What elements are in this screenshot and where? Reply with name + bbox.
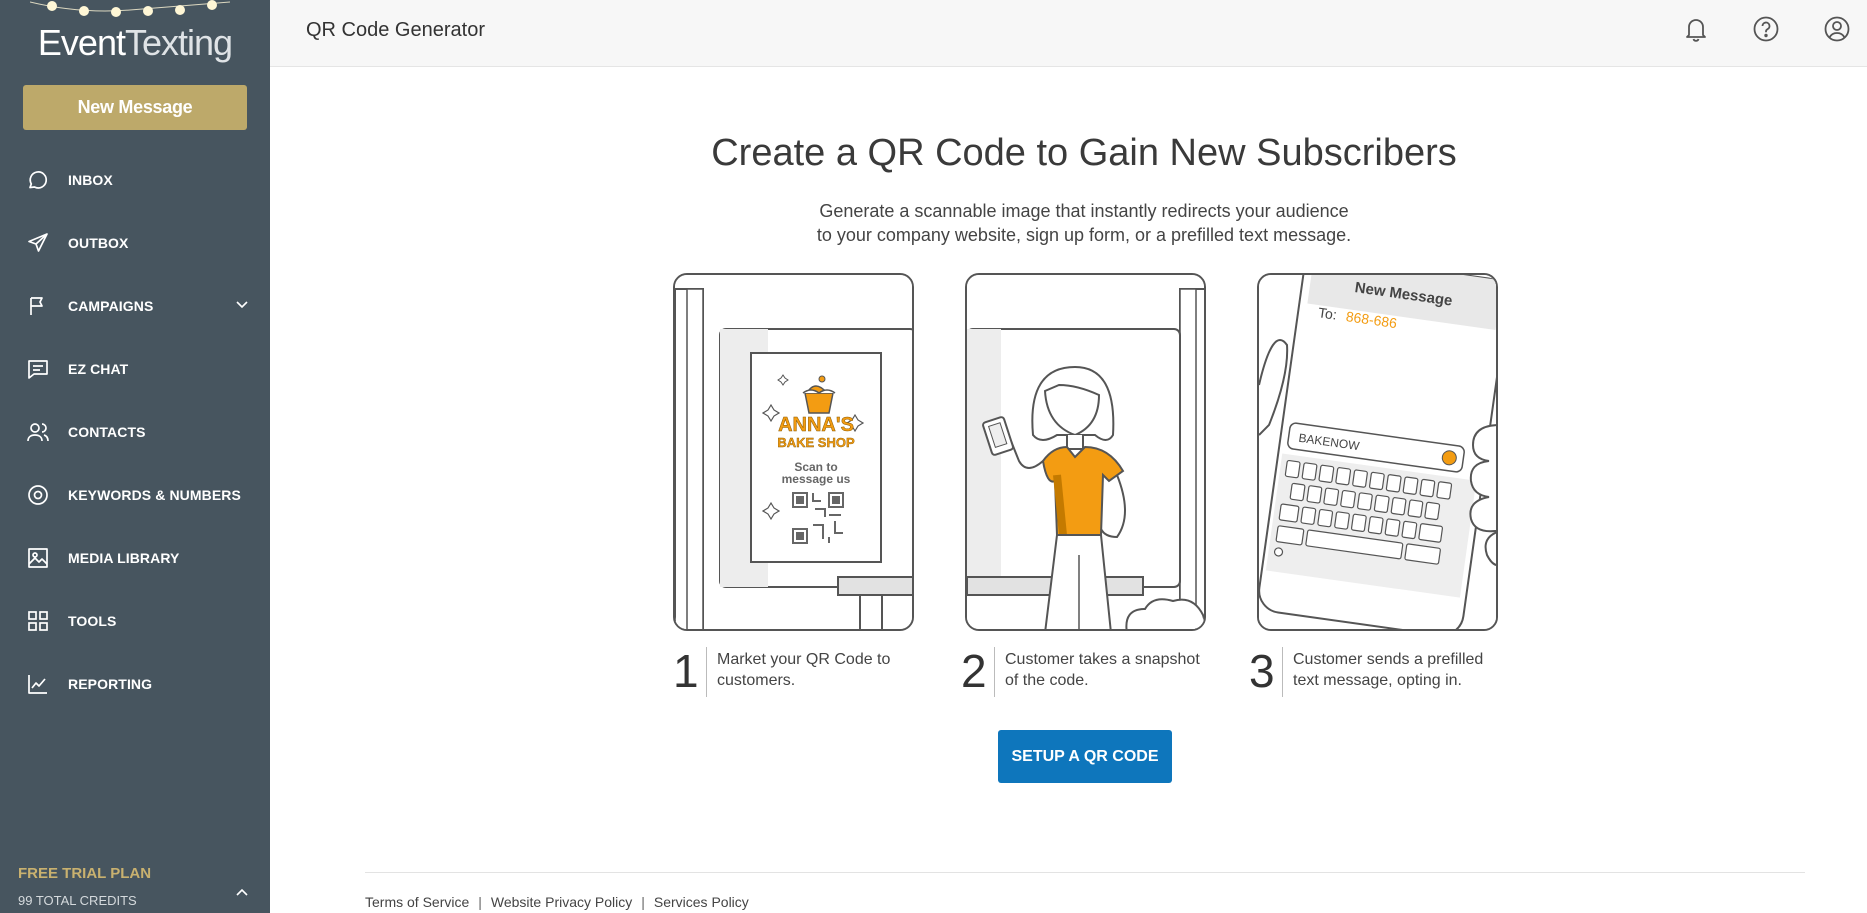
- illustration-customer: [965, 273, 1206, 631]
- grid-icon: [26, 609, 50, 633]
- customer-illustration: [967, 275, 1204, 629]
- sidebar-nav: INBOX OUTBOX CAMPAIGNS EZ CHAT CONTACTS …: [0, 148, 270, 715]
- sidebar-item-label: CONTACTS: [68, 423, 146, 440]
- new-message-button[interactable]: New Message: [23, 85, 247, 130]
- users-icon: [26, 420, 50, 444]
- poster-illustration: ANNA'S BAKE SHOP Scan to message us: [675, 275, 912, 629]
- phone-illustration: New Message To: 868-686 BAKENOW: [1259, 275, 1496, 629]
- step-description: Market your QR Code to customers.: [717, 647, 890, 697]
- paper-plane-icon: [26, 231, 50, 255]
- sidebar-item-label: OUTBOX: [68, 234, 129, 251]
- step-line: Customer sends a prefilled: [1293, 651, 1484, 668]
- step-1: 1 Market your QR Code to customers.: [673, 647, 890, 697]
- sidebar-item-media-library[interactable]: MEDIA LIBRARY: [0, 526, 270, 589]
- sidebar-item-label: KEYWORDS & NUMBERS: [68, 486, 241, 503]
- scan-text-line2: message us: [782, 472, 851, 486]
- page-headline: Create a QR Code to Gain New Subscribers: [711, 132, 1457, 174]
- step-number: 1: [673, 647, 707, 697]
- flag-icon: [26, 294, 50, 318]
- step-line: text message, opting in.: [1293, 672, 1462, 689]
- step-description: Customer sends a prefilled text message,…: [1293, 647, 1483, 697]
- step-3: 3 Customer sends a prefilled text messag…: [1249, 647, 1483, 697]
- step-2: 2 Customer takes a snapshot of the code.: [961, 647, 1200, 697]
- chevron-up-icon[interactable]: [234, 885, 250, 901]
- page-subtitle: Generate a scannable image that instantl…: [270, 199, 1867, 247]
- step-description: Customer takes a snapshot of the code.: [1005, 647, 1200, 697]
- image-icon: [26, 546, 50, 570]
- sidebar: EventTexting New Message INBOX OUTBOX CA…: [0, 0, 270, 913]
- chevron-down-icon[interactable]: [234, 296, 250, 312]
- sidebar-item-label: INBOX: [68, 171, 113, 188]
- logo[interactable]: EventTexting: [0, 0, 270, 80]
- target-icon: [26, 483, 50, 507]
- step-number: 3: [1249, 647, 1283, 697]
- sidebar-item-label: REPORTING: [68, 675, 153, 692]
- sidebar-item-outbox[interactable]: OUTBOX: [0, 211, 270, 274]
- footer-separator: |: [478, 894, 482, 910]
- message-square-icon: [26, 357, 50, 381]
- plan-title: FREE TRIAL PLAN: [18, 865, 152, 882]
- footer-separator: |: [641, 894, 645, 910]
- sidebar-item-keywords-numbers[interactable]: KEYWORDS & NUMBERS: [0, 463, 270, 526]
- terms-of-service-link[interactable]: Terms of Service: [365, 894, 469, 910]
- sidebar-item-contacts[interactable]: CONTACTS: [0, 400, 270, 463]
- sidebar-item-reporting[interactable]: REPORTING: [0, 652, 270, 715]
- setup-qr-code-button[interactable]: SETUP A QR CODE: [998, 730, 1172, 783]
- user-account-icon[interactable]: [1822, 14, 1852, 44]
- services-policy-link[interactable]: Services Policy: [654, 894, 749, 910]
- phone-to-label: To:: [1317, 304, 1338, 322]
- sidebar-item-inbox[interactable]: INBOX: [0, 148, 270, 211]
- sidebar-item-label: TOOLS: [68, 612, 117, 629]
- help-icon[interactable]: [1751, 14, 1781, 44]
- plan-summary[interactable]: FREE TRIAL PLAN 99 TOTAL CREDITS: [0, 855, 270, 913]
- sidebar-item-tools[interactable]: TOOLS: [0, 589, 270, 652]
- top-header: QR Code Generator: [270, 0, 1867, 67]
- illustration-message: New Message To: 868-686 BAKENOW: [1257, 273, 1498, 631]
- step-line: of the code.: [1005, 672, 1089, 689]
- footer-divider: [365, 872, 1805, 873]
- shop-name-line1: ANNA'S: [778, 414, 854, 436]
- sidebar-item-campaigns[interactable]: CAMPAIGNS: [0, 274, 270, 337]
- bell-icon[interactable]: [1681, 14, 1711, 44]
- sidebar-item-label: MEDIA LIBRARY: [68, 549, 180, 566]
- step-number: 2: [961, 647, 995, 697]
- sidebar-item-ez-chat[interactable]: EZ CHAT: [0, 337, 270, 400]
- sidebar-item-label: CAMPAIGNS: [68, 297, 154, 314]
- string-lights-decoration: [30, 0, 230, 17]
- plan-credits: 99 TOTAL CREDITS: [18, 893, 137, 908]
- subtitle-line-1: Generate a scannable image that instantl…: [819, 201, 1349, 221]
- sidebar-item-label: EZ CHAT: [68, 360, 129, 377]
- shop-name-line2: BAKE SHOP: [777, 435, 855, 450]
- logo-text: EventTexting: [0, 22, 270, 64]
- step-line: customers.: [717, 672, 796, 689]
- line-chart-icon: [26, 672, 50, 696]
- logo-word-texting: Texting: [124, 22, 233, 63]
- footer: Terms of Service | Website Privacy Policy |…: [365, 894, 749, 910]
- logo-word-event: Event: [37, 22, 126, 63]
- step-line: Customer takes a snapshot: [1005, 651, 1200, 668]
- page-title: QR Code Generator: [306, 19, 485, 41]
- privacy-policy-link[interactable]: Website Privacy Policy: [491, 894, 632, 910]
- subtitle-line-2: to your company website, sign up form, o…: [816, 225, 1352, 245]
- chat-bubble-icon: [26, 168, 50, 192]
- illustration-poster: ANNA'S BAKE SHOP Scan to message us: [673, 273, 914, 631]
- step-line: Market your QR Code to: [717, 651, 891, 668]
- main-content: Create a QR Code to Gain New Subscribers…: [270, 67, 1867, 913]
